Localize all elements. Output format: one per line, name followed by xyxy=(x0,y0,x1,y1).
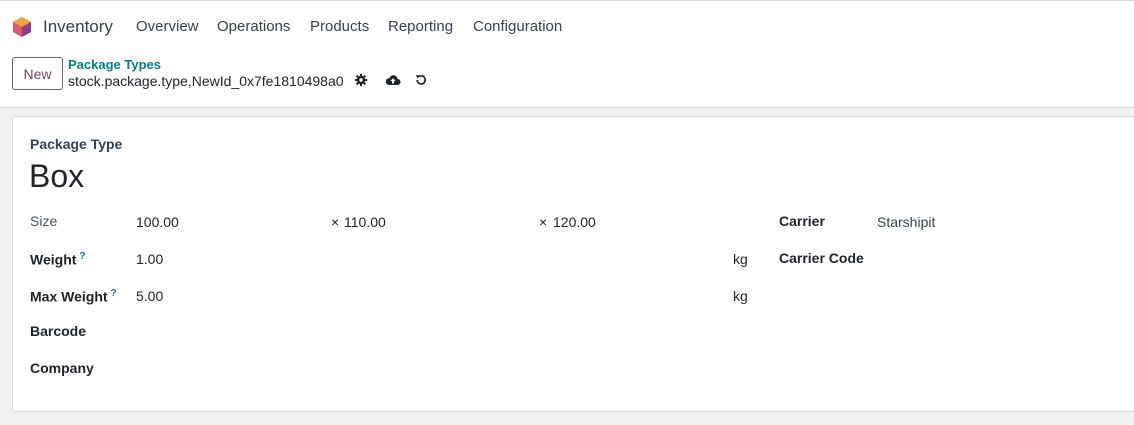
carrier-field[interactable]: Starshipit xyxy=(877,214,935,230)
record-name: stock.package.type,NewId_0x7fe1810498a0 xyxy=(68,73,344,89)
cloud-upload-icon[interactable] xyxy=(385,73,401,87)
company-field[interactable] xyxy=(136,360,336,376)
weight-field[interactable]: 1.00 xyxy=(136,251,163,267)
max-weight-help-icon[interactable]: ? xyxy=(111,288,117,299)
breadcrumb-package-types[interactable]: Package Types xyxy=(68,58,161,72)
top-navbar: Inventory Overview Operations Products R… xyxy=(0,0,1134,52)
height-field[interactable]: 120.00 xyxy=(553,214,596,230)
discard-changes-icon[interactable] xyxy=(414,73,428,87)
company-label: Company xyxy=(30,360,94,376)
inventory-app-icon[interactable] xyxy=(11,16,33,38)
size-label: Size xyxy=(30,213,58,229)
package-type-name-field[interactable]: Box xyxy=(29,157,84,195)
weight-label-text: Weight xyxy=(30,251,77,268)
menu-configuration[interactable]: Configuration xyxy=(473,18,562,36)
new-button[interactable]: New xyxy=(12,57,63,90)
carrier-code-label: Carrier Code xyxy=(779,250,864,266)
weight-help-icon[interactable]: ? xyxy=(79,251,85,262)
barcode-label: Barcode xyxy=(30,323,87,339)
width-field[interactable]: 110.00 xyxy=(344,214,386,230)
max-weight-label-text: Max Weight xyxy=(30,288,108,305)
weight-unit: kg xyxy=(733,251,748,267)
control-panel: New Package Types stock.package.type,New… xyxy=(0,52,1134,108)
menu-products[interactable]: Products xyxy=(310,18,369,36)
weight-label: Weight? xyxy=(30,249,86,268)
menu-overview[interactable]: Overview xyxy=(136,18,199,36)
max-weight-unit: kg xyxy=(733,288,748,304)
menu-operations[interactable]: Operations xyxy=(217,18,290,36)
app-name[interactable]: Inventory xyxy=(43,17,113,37)
carrier-label: Carrier xyxy=(779,213,825,229)
barcode-field[interactable] xyxy=(136,323,336,339)
form-sheet: Package Type Box Size 100.00 × 110.00 × … xyxy=(12,116,1134,412)
package-type-label: Package Type xyxy=(30,136,123,152)
size-multiply-sign: × xyxy=(331,214,340,230)
gear-icon[interactable] xyxy=(354,73,368,87)
size-multiply-sign: × xyxy=(539,214,548,230)
menu-reporting[interactable]: Reporting xyxy=(388,18,453,36)
max-weight-field[interactable]: 5.00 xyxy=(136,288,163,304)
max-weight-label: Max Weight? xyxy=(30,286,117,305)
carrier-code-field[interactable] xyxy=(877,251,1077,267)
length-field[interactable]: 100.00 xyxy=(136,214,179,230)
